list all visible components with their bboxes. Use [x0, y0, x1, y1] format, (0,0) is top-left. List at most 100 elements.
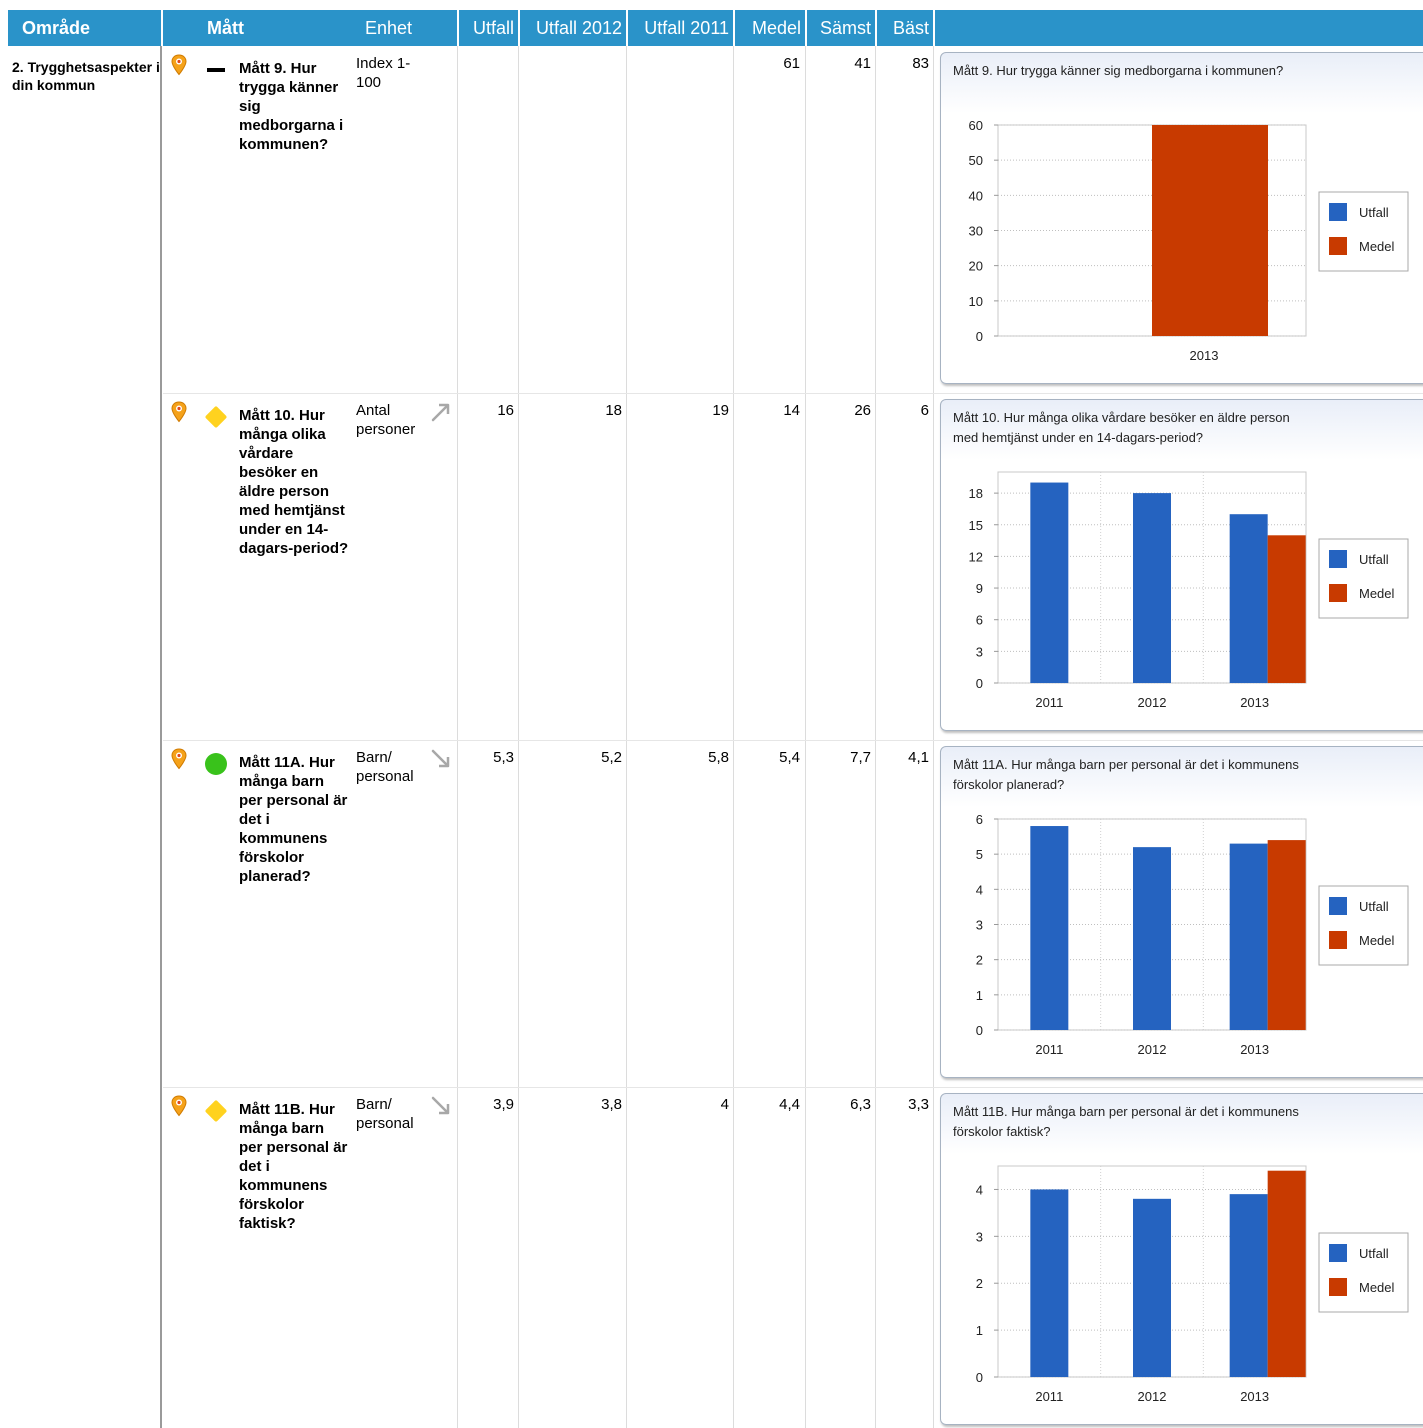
y-tick-label: 1 — [976, 1323, 983, 1338]
measure-label[interactable]: Mått 11B. Hur många barn per personal är… — [239, 1100, 349, 1233]
y-tick-label: 30 — [969, 224, 983, 239]
x-tick-label: 2012 — [1138, 695, 1167, 710]
unit-label: Barn/ personal — [356, 1096, 414, 1132]
y-tick-label: 4 — [976, 882, 983, 897]
area-label: 2. Trygghetsaspekter i din kommun — [12, 59, 160, 93]
x-tick-label: 2011 — [1035, 1042, 1063, 1057]
header-medel[interactable]: Medel — [735, 10, 805, 46]
bast-value: 6 — [920, 402, 929, 419]
utfall-value: 5,3 — [493, 749, 514, 766]
bar-utfall — [1229, 514, 1268, 683]
bar-medel — [1152, 125, 1268, 336]
header-samst[interactable]: Sämst — [807, 10, 875, 46]
column-divider — [875, 46, 876, 1428]
bar-chart: 0 1 2 3 4 5 6 2011 2012 2013 Utfall Medel — [976, 812, 1409, 1057]
header-enhet[interactable]: Enhet — [349, 10, 457, 46]
legend-label-utfall: Utfall — [1359, 899, 1389, 914]
measure-label[interactable]: Mått 9. Hur trygga känner sig medborgarn… — [239, 59, 349, 154]
y-tick-label: 3 — [976, 1229, 983, 1244]
column-divider — [733, 46, 734, 1428]
chart-legend: Utfall Medel — [1318, 885, 1409, 966]
map-pin-icon[interactable] — [170, 401, 188, 423]
utfall-2011-value: 5,8 — [708, 749, 729, 766]
map-pin-icon[interactable] — [170, 54, 188, 76]
column-divider — [933, 46, 934, 1428]
y-tick-label: 50 — [969, 153, 983, 168]
column-divider — [518, 46, 519, 1428]
legend-label-medel: Medel — [1359, 586, 1395, 601]
legend-swatch-medel — [1329, 584, 1347, 602]
bast-value: 83 — [912, 55, 929, 72]
medel-value: 61 — [783, 55, 800, 72]
header-utfall-2011[interactable]: Utfall 2011 — [628, 10, 733, 46]
unit-label: Antal personer — [356, 402, 416, 438]
measure-label[interactable]: Mått 11A. Hur många barn per personal är… — [239, 753, 349, 886]
utfall-2012-value: 3,8 — [601, 1096, 622, 1113]
bar-utfall — [1229, 843, 1268, 1030]
legend-swatch-medel — [1329, 237, 1347, 255]
column-divider — [805, 46, 806, 1428]
yellow-diamond-icon — [204, 405, 228, 429]
legend-swatch-utfall — [1329, 1244, 1347, 1262]
samst-value: 6,3 — [850, 1096, 871, 1113]
legend-label-medel: Medel — [1359, 1280, 1395, 1295]
y-tick-label: 15 — [969, 518, 983, 533]
y-tick-label: 5 — [976, 847, 983, 862]
header-omrade[interactable]: Område — [8, 10, 161, 46]
chart-panel: Mått 11B. Hur många barn per personal är… — [940, 1093, 1423, 1425]
map-pin-icon[interactable] — [170, 1095, 188, 1117]
chart-legend: Utfall Medel — [1318, 1232, 1409, 1313]
utfall-value: 3,9 — [493, 1096, 514, 1113]
header-utfall[interactable]: Utfall — [459, 10, 518, 46]
dash-icon — [207, 68, 225, 72]
x-tick-label: 2011 — [1035, 1389, 1063, 1404]
yellow-diamond-icon — [204, 1099, 228, 1123]
bar-utfall — [1133, 1198, 1171, 1377]
y-tick-label: 2 — [976, 953, 983, 968]
legend-swatch-medel — [1329, 1278, 1347, 1296]
legend-swatch-utfall — [1329, 203, 1347, 221]
header-utfall-2012[interactable]: Utfall 2012 — [520, 10, 626, 46]
y-tick-label: 2 — [976, 1276, 983, 1291]
bast-value: 4,1 — [908, 749, 929, 766]
header-chart-column — [935, 10, 1423, 46]
table-header: Område Mått Enhet Utfall Utfall 2012 Utf… — [0, 10, 1423, 46]
bar-utfall — [1030, 826, 1069, 1030]
measure-label[interactable]: Mått 10. Hur många olika vårdare besöker… — [239, 406, 349, 558]
chart-legend: Utfall Medel — [1318, 191, 1409, 272]
x-tick-label: 2013 — [1190, 348, 1219, 363]
chart-panel: Mått 9. Hur trygga känner sig medborgarn… — [940, 52, 1423, 384]
bar-chart: 0 3 6 9 12 15 18 2011 2012 2013 Utfall Medel — [969, 471, 1409, 710]
arrow-down-right-icon — [430, 748, 452, 770]
legend-swatch-utfall — [1329, 550, 1347, 568]
column-divider — [457, 46, 458, 1428]
samst-value: 7,7 — [850, 749, 871, 766]
medel-value: 14 — [783, 402, 800, 419]
y-tick-label: 3 — [976, 918, 983, 933]
arrow-up-right-icon — [430, 401, 452, 423]
column-divider — [160, 46, 162, 1428]
legend-label-medel: Medel — [1359, 933, 1395, 948]
header-matt[interactable]: Mått — [163, 10, 349, 46]
x-tick-label: 2012 — [1138, 1389, 1167, 1404]
y-tick-label: 9 — [976, 581, 983, 596]
x-tick-label: 2011 — [1035, 695, 1063, 710]
y-tick-label: 20 — [969, 259, 983, 274]
y-tick-label: 0 — [976, 1023, 983, 1038]
y-tick-label: 0 — [976, 1370, 983, 1385]
legend-label-utfall: Utfall — [1359, 552, 1389, 567]
utfall-2011-value: 19 — [712, 402, 729, 419]
green-circle-icon — [205, 753, 227, 775]
header-bast[interactable]: Bäst — [877, 10, 933, 46]
legend-label-utfall: Utfall — [1359, 205, 1389, 220]
utfall-2012-value: 18 — [605, 402, 622, 419]
legend-label-medel: Medel — [1359, 239, 1395, 254]
map-pin-icon[interactable] — [170, 748, 188, 770]
bar-utfall — [1030, 1189, 1069, 1377]
bar-medel — [1267, 1170, 1306, 1377]
utfall-value: 16 — [497, 402, 514, 419]
utfall-2011-value: 4 — [720, 1096, 729, 1113]
y-tick-label: 0 — [976, 329, 983, 344]
row-divider — [163, 393, 1423, 394]
x-tick-label: 2013 — [1240, 1389, 1269, 1404]
